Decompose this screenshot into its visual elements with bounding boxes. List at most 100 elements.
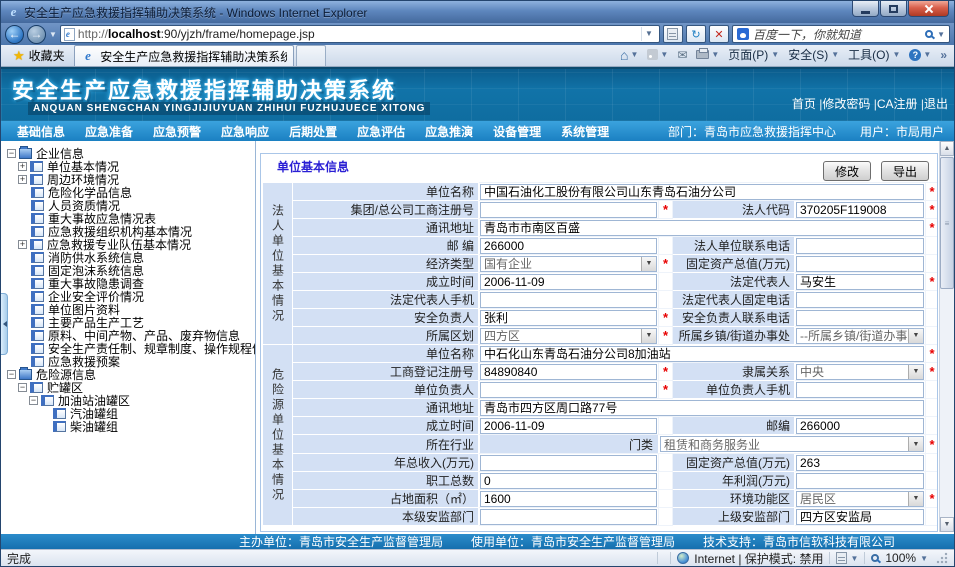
text-input[interactable] (480, 455, 657, 471)
status-compat-icon[interactable] (836, 552, 847, 564)
text-input[interactable]: 2006-11-09 (480, 274, 657, 290)
tree-item[interactable]: −企业信息 (1, 147, 255, 160)
tab-active[interactable]: e 安全生产应急救援指挥辅助决策系统 (74, 45, 294, 66)
command-item-2[interactable]: 工具(O)▼ (848, 46, 900, 63)
resize-grip[interactable] (936, 552, 948, 564)
text-input[interactable] (796, 473, 924, 489)
text-input[interactable] (796, 292, 924, 308)
text-input[interactable]: 84890840 (480, 364, 657, 380)
export-button[interactable]: 导出 (881, 161, 929, 181)
refresh-button[interactable]: ↻ (686, 25, 706, 43)
header-link-1[interactable]: 修改密码 (822, 97, 870, 111)
text-input[interactable]: 青岛市四方区周口路77号 (480, 400, 924, 416)
menu-item-3[interactable]: 应急响应 (211, 123, 279, 140)
collapse-toggle-icon[interactable]: − (7, 149, 16, 158)
scroll-thumb[interactable]: ≡ (940, 157, 954, 289)
header-link-0[interactable]: 首页 (792, 97, 816, 111)
address-dropdown-caret-icon[interactable]: ▼ (641, 27, 656, 41)
url-text[interactable]: http://localhost:90/yjzh/frame/homepage.… (78, 27, 638, 41)
collapse-toggle-icon[interactable]: − (18, 383, 27, 392)
print-button[interactable]: ▼ (696, 50, 719, 59)
header-link-2[interactable]: CA注册 (877, 97, 918, 111)
text-input[interactable] (480, 292, 657, 308)
tree-item[interactable]: +单位基本情况 (1, 160, 255, 173)
text-input[interactable]: 0 (480, 473, 657, 489)
select-field[interactable]: 四方区▼ (480, 328, 657, 344)
text-input[interactable]: 中国石油化工股份有限公司山东青岛石油分公司 (480, 184, 924, 200)
feeds-button[interactable]: ▼ (647, 49, 668, 60)
text-input[interactable]: 263 (796, 455, 924, 471)
command-item-1[interactable]: 安全(S)▼ (788, 46, 839, 63)
menu-item-4[interactable]: 后期处置 (279, 123, 347, 140)
modify-button[interactable]: 修改 (823, 161, 871, 181)
select-field[interactable]: 国有企业▼ (480, 256, 657, 272)
text-input[interactable]: 张利 (480, 310, 657, 326)
select-field[interactable]: --所属乡镇/街道办事处--▼ (796, 328, 924, 344)
home-button[interactable]: ⌂▼ (620, 47, 638, 63)
new-tab-stub[interactable] (296, 45, 326, 66)
read-mail-button[interactable]: ✉ (677, 48, 687, 62)
tree-item[interactable]: 企业安全评价情况 (1, 290, 255, 303)
command-item-0[interactable]: 页面(P)▼ (728, 46, 779, 63)
menu-item-7[interactable]: 设备管理 (483, 123, 551, 140)
select-field[interactable]: 中央▼ (796, 364, 924, 380)
select-field[interactable]: 居民区▼ (796, 491, 924, 507)
text-input[interactable]: 2006-11-09 (480, 418, 657, 434)
text-input[interactable]: 马安生 (796, 274, 924, 290)
text-input[interactable] (480, 509, 657, 525)
search-caret-icon[interactable]: ▼ (937, 30, 945, 39)
stop-button[interactable]: ✕ (709, 25, 729, 43)
menu-item-8[interactable]: 系统管理 (551, 123, 619, 140)
expand-toggle-icon[interactable]: + (18, 240, 27, 249)
forward-button[interactable]: → (27, 25, 46, 44)
tree-item[interactable]: −危险源信息 (1, 368, 255, 381)
text-input[interactable]: 中石化山东青岛石油分公司8加油站 (480, 346, 924, 362)
tree-item[interactable]: −加油站油罐区 (1, 394, 255, 407)
text-input[interactable] (480, 202, 657, 218)
menu-item-5[interactable]: 应急评估 (347, 123, 415, 140)
header-link-3[interactable]: 退出 (924, 97, 948, 111)
text-input[interactable]: 1600 (480, 491, 657, 507)
text-input[interactable] (796, 238, 924, 254)
text-input[interactable] (480, 382, 657, 398)
select-field[interactable]: 租赁和商务服务业▼ (660, 436, 924, 452)
text-input[interactable]: 266000 (480, 238, 657, 254)
zoom-level[interactable]: 100% (885, 551, 916, 565)
text-input[interactable]: 四方区安监局 (796, 509, 924, 525)
text-input[interactable] (796, 256, 924, 272)
menu-item-2[interactable]: 应急预警 (143, 123, 211, 140)
help-button[interactable]: ?▼ (909, 49, 931, 61)
close-button[interactable] (908, 1, 949, 17)
scroll-up-button[interactable]: ▲ (940, 141, 954, 156)
search-input[interactable]: 百度一下，你就知道 ▼ (732, 25, 950, 43)
menu-item-0[interactable]: 基础信息 (7, 123, 75, 140)
favorites-button[interactable]: ★ 收藏夹 (4, 45, 74, 66)
zoom-magnifier-icon[interactable] (871, 554, 879, 562)
tree-item[interactable]: 安全生产责任制、规章制度、操作规程信息 (1, 342, 255, 355)
address-input[interactable]: e http://localhost:90/yjzh/frame/homepag… (60, 25, 660, 43)
tree-item-label[interactable]: 柴油罐组 (70, 418, 118, 435)
maximize-button[interactable] (880, 1, 907, 17)
text-input[interactable]: 370205F119008 (796, 202, 924, 218)
menu-item-6[interactable]: 应急推演 (415, 123, 483, 140)
expand-toggle-icon[interactable]: + (18, 175, 27, 184)
compatibility-view-button[interactable] (663, 25, 683, 43)
scroll-down-button[interactable]: ▼ (940, 517, 954, 532)
tree-item[interactable]: 柴油罐组 (1, 420, 255, 433)
vertical-scrollbar[interactable]: ▲ ≡ ▼ (939, 141, 954, 532)
tree-item[interactable]: 危险化学品信息 (1, 186, 255, 199)
recent-pages-caret-icon[interactable]: ▼ (49, 30, 57, 39)
search-magnifier-icon[interactable] (925, 30, 933, 38)
menu-item-1[interactable]: 应急准备 (75, 123, 143, 140)
minimize-button[interactable] (852, 1, 879, 17)
text-input[interactable]: 266000 (796, 418, 924, 434)
text-input[interactable]: 青岛市市南区百盛 (480, 220, 924, 236)
text-input[interactable] (796, 382, 924, 398)
collapse-toggle-icon[interactable]: − (29, 396, 38, 405)
back-button[interactable]: ← (5, 25, 24, 44)
panel-splitter-handle[interactable] (1, 293, 8, 355)
text-input[interactable] (796, 310, 924, 326)
collapse-toggle-icon[interactable]: − (7, 370, 16, 379)
expand-toggle-icon[interactable]: + (18, 162, 27, 171)
overflow-chevron-icon[interactable]: » (940, 48, 947, 62)
